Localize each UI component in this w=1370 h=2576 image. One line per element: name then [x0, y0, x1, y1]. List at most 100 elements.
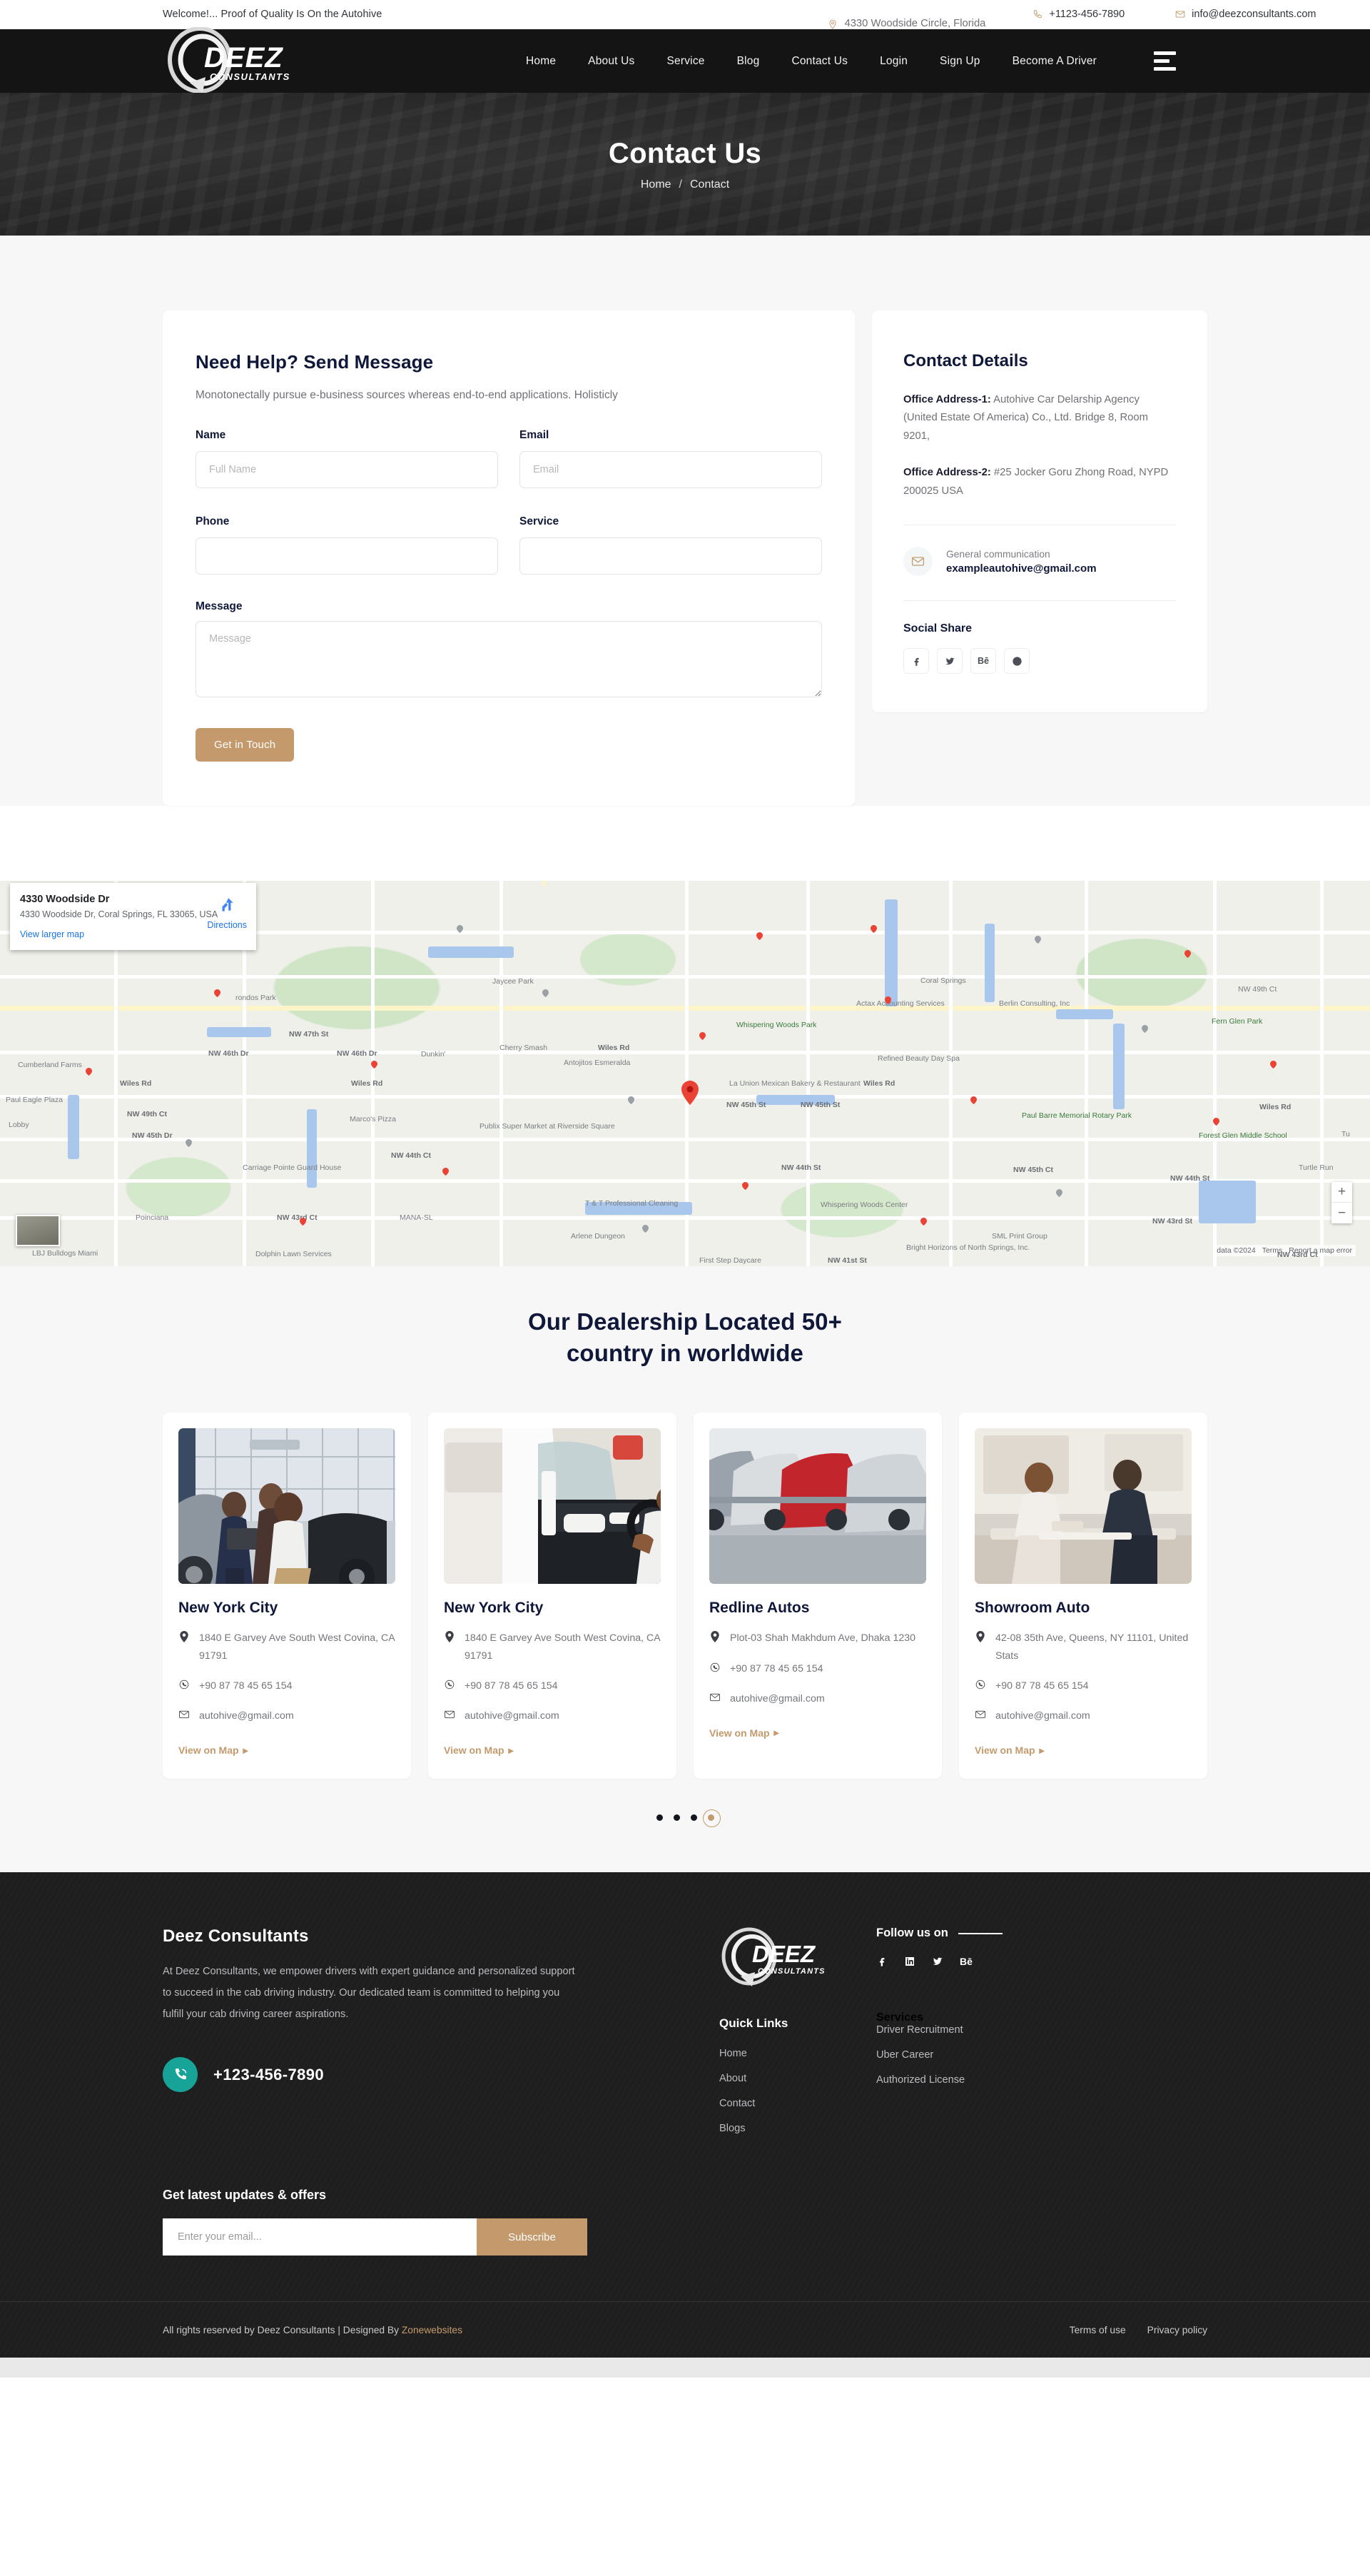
nav-item-sign-up[interactable]: Sign Up [940, 55, 980, 68]
dealership-address-row: 1840 E Garvey Ave South West Covina, CA … [444, 1630, 661, 1665]
map-poi-marker[interactable] [1213, 1116, 1219, 1126]
welcome-text: Welcome!... Proof of Quality Is On the A… [163, 9, 382, 20]
dealership-email-row[interactable]: autohive@gmail.com [975, 1707, 1192, 1724]
facebook-icon[interactable] [876, 1956, 888, 1967]
footer-phone[interactable]: +123-456-7890 [163, 2057, 605, 2092]
map-poi-marker[interactable] [756, 931, 763, 940]
map-poi-marker[interactable] [642, 1223, 649, 1233]
hamburger-menu-icon[interactable] [1154, 51, 1177, 71]
chevron-right-icon: ▸ [1039, 1744, 1045, 1756]
dribbble-icon[interactable] [1004, 648, 1030, 675]
dealership-phone-row[interactable]: +90 87 78 45 65 154 [178, 1677, 395, 1694]
map-poi-marker[interactable] [920, 1216, 927, 1226]
footer-link-authorized-license[interactable]: Authorized License [876, 2074, 1207, 2086]
newsletter-email-input[interactable] [163, 2218, 477, 2256]
twitter-icon[interactable] [932, 1956, 943, 1967]
map-poi-marker[interactable] [371, 1059, 377, 1069]
map-label: Poinciana [136, 1213, 169, 1222]
map-poi-marker[interactable] [1035, 934, 1041, 944]
map-poi-marker[interactable] [885, 995, 891, 1004]
map-poi-marker[interactable] [442, 1166, 449, 1176]
map-poi-marker[interactable] [1270, 1059, 1277, 1069]
nav-item-contact-us[interactable]: Contact Us [791, 55, 848, 68]
nav-item-blog[interactable]: Blog [737, 55, 760, 68]
nav-item-service[interactable]: Service [667, 55, 705, 68]
map-poi-marker[interactable] [214, 988, 220, 997]
map-poi-marker[interactable] [699, 1031, 706, 1040]
nav-item-login[interactable]: Login [880, 55, 908, 68]
view-on-map-link[interactable]: View on Map ▸ [975, 1744, 1045, 1757]
privacy-policy-link[interactable]: Privacy policy [1147, 2325, 1207, 2335]
dealership-card[interactable]: New York City 1840 E Garvey Ave South We… [163, 1413, 411, 1779]
map-poi-marker[interactable] [628, 1095, 634, 1104]
nav-item-home[interactable]: Home [526, 55, 556, 68]
general-communication-email[interactable]: exampleautohive@gmail.com [946, 562, 1097, 575]
map-poi-marker[interactable] [1184, 949, 1191, 958]
map-poi-marker[interactable] [1142, 1024, 1148, 1033]
dealership-phone-row[interactable]: +90 87 78 45 65 154 [709, 1660, 926, 1677]
whatsapp-icon [709, 1660, 721, 1673]
map-zoom-controls[interactable]: + − [1331, 1182, 1352, 1223]
topbar-email[interactable]: info@deezconsultants.com [1174, 9, 1316, 20]
map-poi-marker[interactable] [742, 1181, 749, 1190]
map-marker[interactable] [681, 1081, 699, 1105]
carousel-dot[interactable] [690, 1814, 697, 1822]
map-poi-marker[interactable] [1056, 1188, 1062, 1197]
dealership-email-row[interactable]: autohive@gmail.com [444, 1707, 661, 1724]
facebook-icon[interactable] [903, 648, 929, 675]
dealership-card[interactable]: Showroom Auto 42-08 35th Ave, Queens, NY… [959, 1413, 1207, 1779]
carousel-dot[interactable] [656, 1814, 663, 1822]
dealership-card[interactable]: New York City 1840 E Garvey Ave South We… [428, 1413, 676, 1779]
behance-icon[interactable]: Bē [970, 648, 996, 675]
get-in-touch-button[interactable]: Get in Touch [196, 728, 295, 762]
map-poi-marker[interactable] [871, 924, 877, 933]
map-directions-button[interactable]: Directions [207, 896, 247, 930]
footer-logo[interactable]: DEEZ CONSULTANTS [719, 1926, 826, 1989]
map-poi-marker[interactable] [457, 924, 463, 933]
footer-link-driver-recruitment[interactable]: Driver Recruitment [876, 2024, 1207, 2036]
view-on-map-link[interactable]: View on Map ▸ [709, 1727, 779, 1739]
twitter-icon[interactable] [937, 648, 963, 675]
map-poi-marker[interactable] [186, 1138, 192, 1147]
map-poi-marker[interactable] [970, 1095, 977, 1104]
email-input[interactable] [519, 451, 822, 488]
view-larger-map-link[interactable]: View larger map [20, 929, 84, 939]
message-textarea[interactable] [196, 621, 822, 697]
terms-of-use-link[interactable]: Terms of use [1070, 2325, 1126, 2335]
map-label: NW 43rd Ct [1277, 1251, 1318, 1259]
subscribe-button[interactable]: Subscribe [477, 2218, 587, 2256]
map-label: Actax Accounting Services [856, 999, 945, 1008]
footer-link-home[interactable]: Home [719, 2048, 876, 2059]
designer-link[interactable]: Zonewebsites [402, 2325, 462, 2335]
service-input[interactable] [519, 537, 822, 575]
nav-item-about-us[interactable]: About Us [588, 55, 634, 68]
linkedin-icon[interactable] [904, 1956, 915, 1967]
view-on-map-link[interactable]: View on Map ▸ [444, 1744, 514, 1757]
dealership-card[interactable]: Redline Autos Plot-03 Shah Makhdum Ave, … [694, 1413, 942, 1779]
footer-link-about[interactable]: About [719, 2073, 876, 2084]
dealership-email-row[interactable]: autohive@gmail.com [178, 1707, 395, 1724]
name-input[interactable] [196, 451, 498, 488]
view-on-map-link[interactable]: View on Map ▸ [178, 1744, 248, 1757]
map-poi-marker[interactable] [542, 988, 549, 997]
nav-item-become-a-driver[interactable]: Become A Driver [1013, 55, 1097, 68]
footer-link-contact[interactable]: Contact [719, 2098, 876, 2109]
phone-input[interactable] [196, 537, 498, 575]
topbar-phone[interactable]: +1123-456-7890 [1032, 9, 1125, 20]
footer-link-uber-career[interactable]: Uber Career [876, 2049, 1207, 2061]
dealership-email-row[interactable]: autohive@gmail.com [709, 1690, 926, 1707]
footer-link-blogs[interactable]: Blogs [719, 2123, 876, 2134]
carousel-dot-active[interactable] [702, 1809, 721, 1828]
map-poi-marker[interactable] [86, 1066, 92, 1076]
breadcrumb-home[interactable]: Home [641, 178, 671, 191]
map-zoom-in-button[interactable]: + [1331, 1182, 1352, 1203]
carousel-dot[interactable] [673, 1814, 680, 1822]
map-poi-marker[interactable] [300, 1216, 306, 1226]
map-zoom-out-button[interactable]: − [1331, 1203, 1352, 1223]
behance-icon[interactable]: Bē [960, 1956, 973, 1967]
map-street-view-thumbnail[interactable] [16, 1215, 60, 1246]
site-logo[interactable]: DEEZ CONSULTANTS [163, 26, 291, 94]
dealership-phone-row[interactable]: +90 87 78 45 65 154 [444, 1677, 661, 1694]
dealership-address-row: Plot-03 Shah Makhdum Ave, Dhaka 1230 [709, 1630, 926, 1647]
dealership-phone-row[interactable]: +90 87 78 45 65 154 [975, 1677, 1192, 1694]
